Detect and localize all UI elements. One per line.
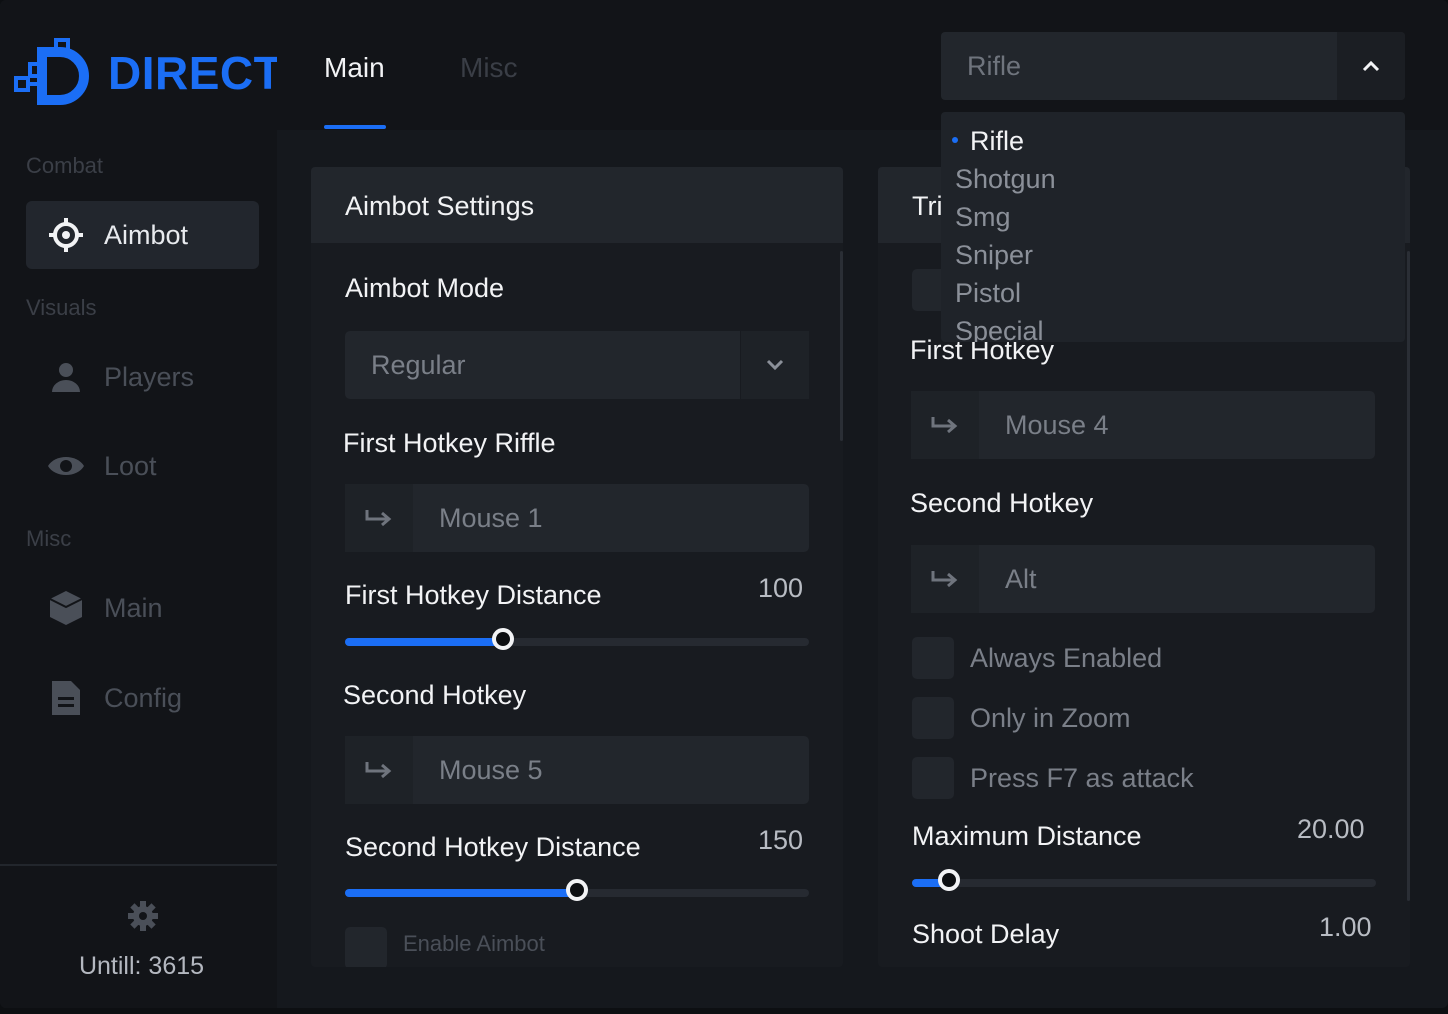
aimbot-settings-panel: Aimbot Settings Aimbot Mode Regular Firs… — [311, 167, 843, 967]
tab-misc[interactable]: Misc — [460, 52, 518, 84]
direct-logo-icon — [14, 38, 89, 105]
weapon-select[interactable]: Rifle — [941, 32, 1405, 100]
always-enabled-checkbox[interactable] — [912, 637, 954, 679]
scrollbar[interactable] — [840, 251, 843, 441]
sidebar-item-aimbot[interactable]: Aimbot — [26, 201, 259, 269]
panel-header: Aimbot Settings — [311, 167, 843, 243]
sidebar-item-label: Config — [104, 682, 183, 713]
press-f7-checkbox[interactable] — [912, 757, 954, 799]
sidebar-item-main[interactable]: Main — [26, 574, 259, 642]
slider-knob[interactable] — [938, 869, 961, 891]
aimbot-mode-select[interactable]: Regular — [345, 331, 809, 399]
sidebar: DIRECT Combat Aimbot Visuals Players Loo… — [0, 0, 282, 1008]
sidebar-item-label: Players — [104, 361, 195, 392]
section-label-combat: Combat — [26, 153, 104, 178]
section-label-misc: Misc — [26, 526, 72, 551]
trigger-second-hotkey-value: Alt — [1005, 564, 1037, 594]
trigger-second-hotkey-label: Second Hotkey — [910, 488, 1094, 518]
selected-indicator-dot — [952, 137, 958, 143]
slider-knob[interactable] — [566, 879, 588, 901]
second-hotkey-field[interactable]: Mouse 5 — [345, 736, 809, 804]
enable-aimbot-label: Enable Aimbot — [403, 931, 545, 956]
dropdown-option-smg[interactable]: Smg — [955, 202, 1011, 233]
aimbot-mode-value: Regular — [371, 350, 466, 380]
gear-icon[interactable] — [127, 900, 159, 932]
max-distance-value: 20.00 — [1297, 814, 1365, 844]
sidebar-item-loot[interactable]: Loot — [26, 432, 259, 500]
dropdown-option-special[interactable]: Special — [955, 316, 1044, 342]
hotkey-arrow-icon — [911, 545, 979, 613]
dropdown-option-rifle[interactable]: Rifle — [970, 126, 1024, 157]
eye-icon — [46, 446, 86, 486]
hotkey-arrow-icon — [345, 484, 413, 552]
section-label-visuals: Visuals — [26, 295, 97, 320]
second-hotkey-label: Second Hotkey — [343, 680, 527, 710]
tab-main[interactable]: Main — [324, 52, 385, 84]
first-distance-value: 100 — [758, 573, 804, 603]
aimbot-mode-label: Aimbot Mode — [345, 273, 505, 303]
hotkey-arrow-icon — [345, 736, 413, 804]
second-hotkey-value: Mouse 5 — [439, 755, 543, 785]
sidebar-item-label: Main — [104, 592, 163, 623]
only-in-zoom-checkbox[interactable] — [912, 697, 954, 739]
slider-fill — [345, 889, 577, 897]
enable-aimbot-checkbox[interactable] — [345, 927, 387, 967]
sidebar-item-label: Aimbot — [104, 219, 189, 250]
sidebar-item-label: Loot — [104, 450, 157, 481]
weapon-select-value: Rifle — [967, 51, 1022, 81]
shoot-delay-label: Shoot Delay — [912, 919, 1060, 949]
scrollbar[interactable] — [1407, 251, 1410, 901]
brand-name: DIRECT — [108, 47, 283, 99]
trigger-first-hotkey-value: Mouse 4 — [1005, 410, 1109, 440]
active-tab-indicator — [324, 125, 386, 129]
hotkey-arrow-icon — [911, 391, 979, 459]
dropdown-option-sniper[interactable]: Sniper — [955, 240, 1033, 271]
trigger-first-hotkey-field[interactable]: Mouse 4 — [911, 391, 1375, 459]
second-distance-value: 150 — [758, 825, 804, 855]
shoot-delay-value: 1.00 — [1319, 912, 1372, 942]
sidebar-divider — [0, 864, 277, 866]
panel-title: Aimbot Settings — [345, 191, 535, 221]
first-distance-label: First Hotkey Distance — [345, 580, 602, 610]
panel-title: Tri — [912, 191, 943, 221]
logo: DIRECT — [12, 38, 282, 108]
slider-knob[interactable] — [491, 628, 514, 650]
max-distance-slider[interactable] — [912, 869, 1376, 891]
dropdown-option-pistol[interactable]: Pistol — [955, 278, 1021, 309]
chevron-up-icon[interactable] — [1337, 32, 1405, 100]
max-distance-label: Maximum Distance — [912, 821, 1142, 851]
app-window: DIRECT Combat Aimbot Visuals Players Loo… — [0, 0, 1448, 1008]
chevron-down-icon[interactable] — [740, 331, 809, 399]
slider-fill — [345, 638, 503, 646]
first-distance-slider[interactable] — [345, 628, 809, 650]
crosshair-icon — [46, 215, 86, 255]
second-distance-slider[interactable] — [345, 879, 809, 901]
dropdown-option-shotgun[interactable]: Shotgun — [955, 164, 1056, 195]
always-enabled-label: Always Enabled — [970, 643, 1163, 673]
sidebar-item-players[interactable]: Players — [26, 343, 259, 411]
press-f7-label: Press F7 as attack — [970, 763, 1194, 793]
trigger-second-hotkey-field[interactable]: Alt — [911, 545, 1375, 613]
sidebar-item-config[interactable]: Config — [26, 664, 259, 732]
first-hotkey-label: First Hotkey Riffle — [343, 428, 556, 458]
first-hotkey-value: Mouse 1 — [439, 503, 543, 533]
only-in-zoom-label: Only in Zoom — [970, 703, 1131, 733]
file-icon — [46, 678, 86, 718]
subscription-until: Untill: 3615 — [78, 952, 205, 980]
cube-icon — [46, 588, 86, 628]
weapon-dropdown-menu: Rifle Shotgun Smg Sniper Pistol Special — [941, 112, 1405, 342]
first-hotkey-field[interactable]: Mouse 1 — [345, 484, 809, 552]
second-distance-label: Second Hotkey Distance — [345, 832, 641, 862]
user-icon — [46, 357, 86, 397]
